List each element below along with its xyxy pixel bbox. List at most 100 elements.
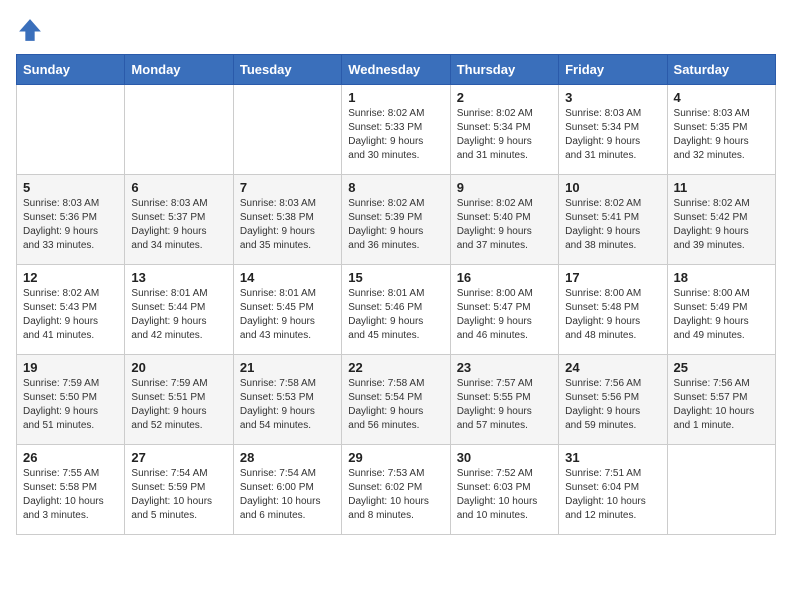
day-number: 16	[457, 270, 552, 285]
calendar-cell: 21Sunrise: 7:58 AM Sunset: 5:53 PM Dayli…	[233, 355, 341, 445]
day-number: 7	[240, 180, 335, 195]
calendar-week-row: 12 Sunrise: 8:02 AM Sunset: 5:43 PM Dayli…	[17, 265, 776, 355]
calendar-cell: 29 Sunrise: 7:53 AM Sunset: 6:02 PM Dayli…	[342, 445, 450, 535]
day-number: 14	[240, 270, 335, 285]
day-number: 26	[23, 450, 118, 465]
day-info: Sunrise: 8:03 AM Sunset: 5:38 PM Dayligh…	[240, 197, 335, 253]
calendar-cell: 6 Sunrise: 8:03 AM Sunset: 5:37 PM Daylig…	[125, 175, 233, 265]
day-info: Sunrise: 8:03 AM Sunset: 5:35 PM Dayligh…	[674, 107, 769, 163]
day-number: 22	[348, 360, 443, 375]
calendar-cell: 19Sunrise: 7:59 AM Sunset: 5:50 PM Dayli…	[17, 355, 125, 445]
calendar-week-row: 1 Sunrise: 8:02 AM Sunset: 5:33 PM Daylig…	[17, 85, 776, 175]
calendar-cell: 28 Sunrise: 7:54 AM Sunset: 6:00 PM Dayli…	[233, 445, 341, 535]
day-info: Sunrise: 7:51 AM Sunset: 6:04 PM Dayligh…	[565, 467, 660, 523]
day-number: 31	[565, 450, 660, 465]
calendar-cell: 25 Sunrise: 7:56 AM Sunset: 5:57 PM Dayli…	[667, 355, 775, 445]
calendar-cell: 30Sunrise: 7:52 AM Sunset: 6:03 PM Dayli…	[450, 445, 558, 535]
calendar-table: SundayMondayTuesdayWednesdayThursdayFrid…	[16, 54, 776, 535]
day-info: Sunrise: 8:01 AM Sunset: 5:44 PM Dayligh…	[131, 287, 226, 343]
day-info: Sunrise: 7:53 AM Sunset: 6:02 PM Dayligh…	[348, 467, 443, 523]
day-info: Sunrise: 8:00 AM Sunset: 5:47 PM Dayligh…	[457, 287, 552, 343]
calendar-cell: 1 Sunrise: 8:02 AM Sunset: 5:33 PM Daylig…	[342, 85, 450, 175]
day-info: Sunrise: 8:03 AM Sunset: 5:37 PM Dayligh…	[131, 197, 226, 253]
calendar-cell: 27 Sunrise: 7:54 AM Sunset: 5:59 PM Dayli…	[125, 445, 233, 535]
calendar-cell: 3Sunrise: 8:03 AM Sunset: 5:34 PM Daylig…	[559, 85, 667, 175]
calendar-header-sunday: Sunday	[17, 55, 125, 85]
day-number: 9	[457, 180, 552, 195]
calendar-cell: 9Sunrise: 8:02 AM Sunset: 5:40 PM Daylig…	[450, 175, 558, 265]
calendar-cell: 20Sunrise: 7:59 AM Sunset: 5:51 PM Dayli…	[125, 355, 233, 445]
logo-icon	[16, 16, 44, 44]
calendar-header-row: SundayMondayTuesdayWednesdayThursdayFrid…	[17, 55, 776, 85]
day-info: Sunrise: 8:00 AM Sunset: 5:48 PM Dayligh…	[565, 287, 660, 343]
day-info: Sunrise: 8:03 AM Sunset: 5:34 PM Dayligh…	[565, 107, 660, 163]
calendar-cell: 2Sunrise: 8:02 AM Sunset: 5:34 PM Daylig…	[450, 85, 558, 175]
day-info: Sunrise: 8:02 AM Sunset: 5:42 PM Dayligh…	[674, 197, 769, 253]
logo	[16, 16, 48, 44]
calendar-week-row: 26 Sunrise: 7:55 AM Sunset: 5:58 PM Dayli…	[17, 445, 776, 535]
calendar-cell: 5 Sunrise: 8:03 AM Sunset: 5:36 PM Daylig…	[17, 175, 125, 265]
day-number: 25	[674, 360, 769, 375]
day-number: 28	[240, 450, 335, 465]
calendar-cell: 18 Sunrise: 8:00 AM Sunset: 5:49 PM Dayli…	[667, 265, 775, 355]
day-number: 8	[348, 180, 443, 195]
day-number: 1	[348, 90, 443, 105]
calendar-cell	[125, 85, 233, 175]
calendar-week-row: 19Sunrise: 7:59 AM Sunset: 5:50 PM Dayli…	[17, 355, 776, 445]
day-info: Sunrise: 8:02 AM Sunset: 5:41 PM Dayligh…	[565, 197, 660, 253]
calendar-header-monday: Monday	[125, 55, 233, 85]
day-info: Sunrise: 7:58 AM Sunset: 5:54 PM Dayligh…	[348, 377, 443, 433]
day-info: Sunrise: 7:57 AM Sunset: 5:55 PM Dayligh…	[457, 377, 552, 433]
day-number: 10	[565, 180, 660, 195]
day-info: Sunrise: 8:03 AM Sunset: 5:36 PM Dayligh…	[23, 197, 118, 253]
calendar-header-wednesday: Wednesday	[342, 55, 450, 85]
day-number: 20	[131, 360, 226, 375]
calendar-cell: 16 Sunrise: 8:00 AM Sunset: 5:47 PM Dayli…	[450, 265, 558, 355]
calendar-cell: 23 Sunrise: 7:57 AM Sunset: 5:55 PM Dayli…	[450, 355, 558, 445]
calendar-week-row: 5 Sunrise: 8:03 AM Sunset: 5:36 PM Daylig…	[17, 175, 776, 265]
calendar-cell: 31 Sunrise: 7:51 AM Sunset: 6:04 PM Dayli…	[559, 445, 667, 535]
day-info: Sunrise: 8:01 AM Sunset: 5:46 PM Dayligh…	[348, 287, 443, 343]
calendar-cell: 13 Sunrise: 8:01 AM Sunset: 5:44 PM Dayli…	[125, 265, 233, 355]
calendar-cell: 14 Sunrise: 8:01 AM Sunset: 5:45 PM Dayli…	[233, 265, 341, 355]
day-info: Sunrise: 8:00 AM Sunset: 5:49 PM Dayligh…	[674, 287, 769, 343]
day-number: 15	[348, 270, 443, 285]
day-info: Sunrise: 8:02 AM Sunset: 5:34 PM Dayligh…	[457, 107, 552, 163]
day-number: 12	[23, 270, 118, 285]
day-number: 6	[131, 180, 226, 195]
calendar-cell: 22 Sunrise: 7:58 AM Sunset: 5:54 PM Dayli…	[342, 355, 450, 445]
day-number: 17	[565, 270, 660, 285]
calendar-cell: 17 Sunrise: 8:00 AM Sunset: 5:48 PM Dayli…	[559, 265, 667, 355]
day-number: 29	[348, 450, 443, 465]
calendar-cell: 4 Sunrise: 8:03 AM Sunset: 5:35 PM Daylig…	[667, 85, 775, 175]
day-info: Sunrise: 8:01 AM Sunset: 5:45 PM Dayligh…	[240, 287, 335, 343]
day-info: Sunrise: 8:02 AM Sunset: 5:33 PM Dayligh…	[348, 107, 443, 163]
calendar-cell	[233, 85, 341, 175]
calendar-cell: 12 Sunrise: 8:02 AM Sunset: 5:43 PM Dayli…	[17, 265, 125, 355]
calendar-cell: 8 Sunrise: 8:02 AM Sunset: 5:39 PM Daylig…	[342, 175, 450, 265]
day-number: 11	[674, 180, 769, 195]
day-number: 24	[565, 360, 660, 375]
calendar-cell	[667, 445, 775, 535]
day-number: 27	[131, 450, 226, 465]
day-info: Sunrise: 7:52 AM Sunset: 6:03 PM Dayligh…	[457, 467, 552, 523]
day-number: 18	[674, 270, 769, 285]
calendar-cell: 15 Sunrise: 8:01 AM Sunset: 5:46 PM Dayli…	[342, 265, 450, 355]
day-info: Sunrise: 7:54 AM Sunset: 5:59 PM Dayligh…	[131, 467, 226, 523]
day-info: Sunrise: 7:56 AM Sunset: 5:56 PM Dayligh…	[565, 377, 660, 433]
day-info: Sunrise: 8:02 AM Sunset: 5:39 PM Dayligh…	[348, 197, 443, 253]
day-info: Sunrise: 7:54 AM Sunset: 6:00 PM Dayligh…	[240, 467, 335, 523]
calendar-cell	[17, 85, 125, 175]
day-number: 23	[457, 360, 552, 375]
day-info: Sunrise: 8:02 AM Sunset: 5:43 PM Dayligh…	[23, 287, 118, 343]
day-number: 13	[131, 270, 226, 285]
calendar-cell: 24 Sunrise: 7:56 AM Sunset: 5:56 PM Dayli…	[559, 355, 667, 445]
day-number: 5	[23, 180, 118, 195]
day-number: 4	[674, 90, 769, 105]
day-info: Sunrise: 7:55 AM Sunset: 5:58 PM Dayligh…	[23, 467, 118, 523]
calendar-header-thursday: Thursday	[450, 55, 558, 85]
day-info: Sunrise: 7:56 AM Sunset: 5:57 PM Dayligh…	[674, 377, 769, 433]
day-info: Sunrise: 7:59 AM Sunset: 5:50 PM Dayligh…	[23, 377, 118, 433]
calendar-cell: 10 Sunrise: 8:02 AM Sunset: 5:41 PM Dayli…	[559, 175, 667, 265]
calendar-cell: 7 Sunrise: 8:03 AM Sunset: 5:38 PM Daylig…	[233, 175, 341, 265]
